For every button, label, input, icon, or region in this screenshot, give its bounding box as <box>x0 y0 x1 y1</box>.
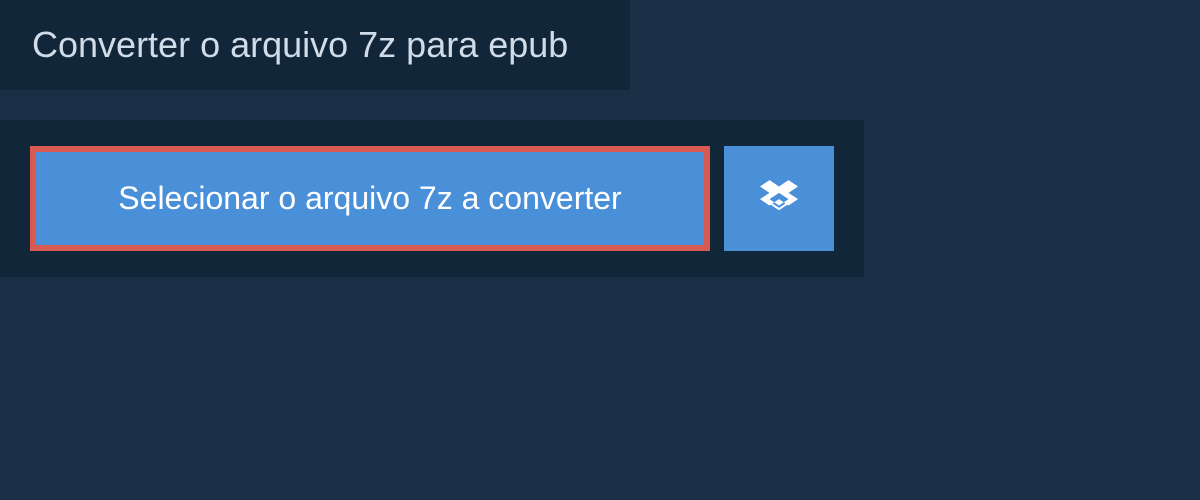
upload-section: Selecionar o arquivo 7z a converter <box>0 120 864 277</box>
page-title: Converter o arquivo 7z para epub <box>32 24 598 66</box>
dropbox-button[interactable] <box>724 146 834 251</box>
select-file-label: Selecionar o arquivo 7z a converter <box>118 180 621 217</box>
header-bar: Converter o arquivo 7z para epub <box>0 0 630 90</box>
select-file-button[interactable]: Selecionar o arquivo 7z a converter <box>30 146 710 251</box>
dropbox-icon <box>760 177 798 220</box>
